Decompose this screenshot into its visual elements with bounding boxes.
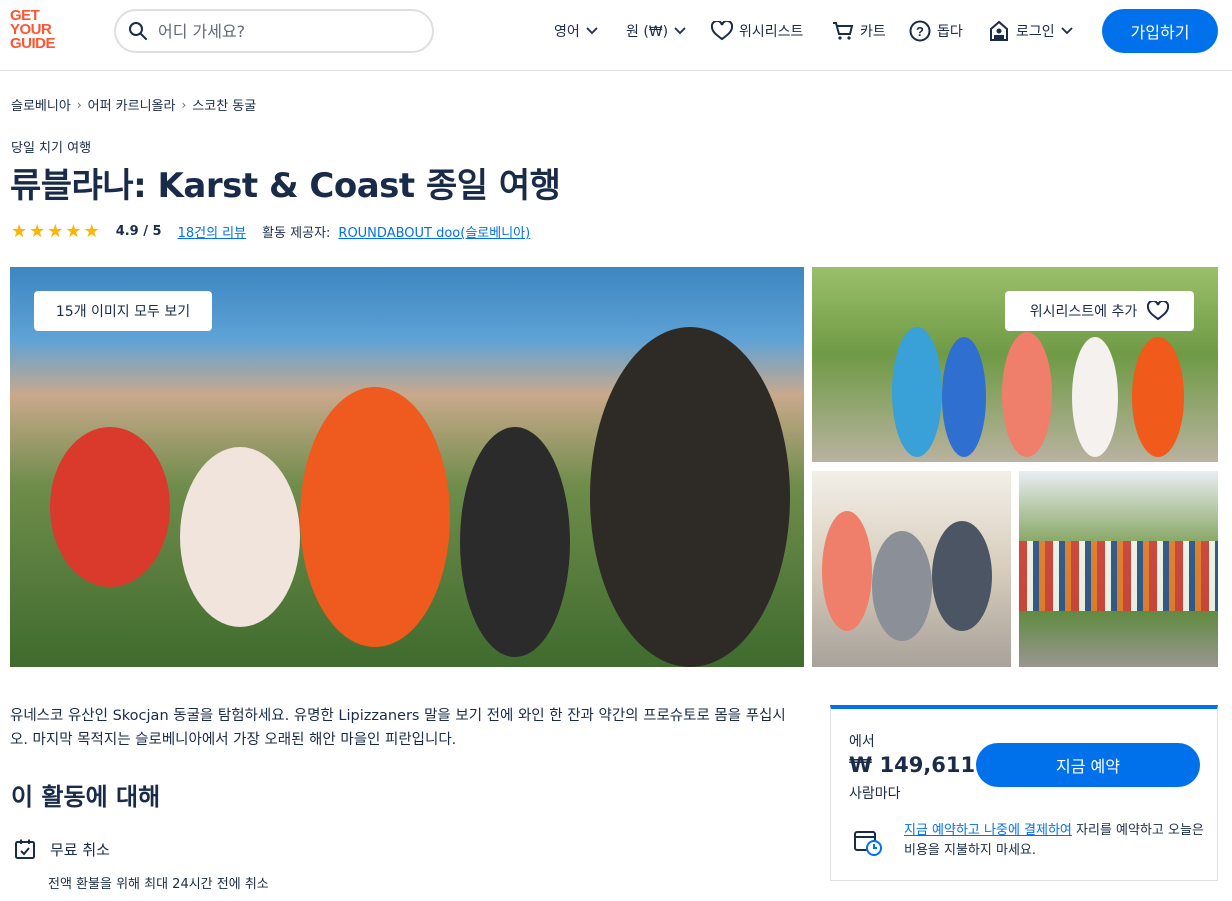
photo-figure: [892, 327, 942, 457]
breadcrumb-item-region[interactable]: 어퍼 카르니올라: [88, 95, 176, 114]
chevron-down-icon: [586, 27, 598, 35]
wishlist-link[interactable]: 위시리스트: [711, 18, 803, 44]
star-icon: ★: [83, 220, 100, 242]
book-now-button[interactable]: 지금 예약: [976, 743, 1200, 787]
currency-label: 원 (₩): [626, 24, 669, 40]
calendar-clock-icon: [854, 831, 882, 856]
activity-category: 당일 치기 여행: [11, 141, 92, 156]
photo-figure: [460, 427, 570, 657]
gallery-photo-group[interactable]: [1019, 471, 1218, 667]
heart-icon: [711, 21, 733, 41]
page-title: 류블랴나: Karst & Coast 종일 여행: [10, 166, 561, 206]
login-menu[interactable]: 로그인: [988, 18, 1073, 44]
logo-line-3: GUIDE: [10, 35, 56, 52]
language-selector[interactable]: 영어: [554, 18, 598, 44]
breadcrumb-separator-icon: ›: [76, 97, 82, 112]
user-icon: [990, 20, 1008, 41]
star-icon: ★: [29, 220, 46, 242]
photo-figure: [1019, 541, 1218, 611]
rating-score: 4.9 / 5: [115, 224, 162, 239]
photo-figure: [872, 531, 932, 641]
price-per-person: 사람마다: [849, 786, 901, 802]
reviews-link[interactable]: 18건의 리뷰: [178, 222, 247, 241]
signup-button[interactable]: 가입하기: [1102, 9, 1218, 53]
search-input[interactable]: [158, 21, 408, 41]
free-cancellation-label: 무료 취소: [50, 840, 110, 859]
photo-figure: [1002, 332, 1052, 457]
question-icon: ?: [909, 20, 931, 42]
photo-figure: [180, 447, 300, 627]
star-icon: ★: [47, 220, 64, 242]
breadcrumb-item-country[interactable]: 슬로베니아: [11, 95, 71, 114]
language-label: 영어: [554, 24, 580, 40]
help-link[interactable]: ? 돕다: [909, 18, 963, 44]
booking-card: 에서 ₩ 149,611 사람마다 지금 예약 지금 예약하고 나중에 결제하여…: [830, 705, 1218, 881]
cart-label: 카트: [860, 24, 886, 40]
price-value: ₩ 149,611: [849, 753, 976, 777]
provider-link[interactable]: ROUNDABOUT doo(슬로베니아): [338, 222, 530, 241]
view-all-images-button[interactable]: 15개 이미지 모두 보기: [34, 291, 212, 331]
reserve-now-pay-later-text: 지금 예약하고 나중에 결제하여 자리를 예약하고 오늘은 비용을 지불하지 마…: [904, 821, 1204, 861]
svg-text:?: ?: [916, 24, 924, 39]
photo-figure: [942, 337, 986, 457]
getyourguide-logo[interactable]: GET YOUR GUIDE: [10, 8, 68, 55]
photo-figure: [1132, 337, 1184, 457]
breadcrumb: 슬로베니아 › 어퍼 카르니올라 › 스코찬 동굴: [11, 95, 256, 115]
photo-figure: [932, 521, 992, 631]
cart-link[interactable]: 카트: [832, 18, 886, 44]
photo-figure: [590, 327, 790, 667]
free-cancellation-feature: 무료 취소: [14, 838, 110, 860]
free-cancellation-detail: 전액 환불을 위해 최대 24시간 전에 취소: [48, 877, 269, 892]
cart-icon: [833, 22, 854, 40]
chevron-down-icon: [674, 27, 686, 35]
calendar-check-icon: [15, 839, 35, 859]
search-bar[interactable]: [114, 9, 434, 53]
chevron-down-icon: [1061, 27, 1073, 35]
photo-figure: [50, 427, 170, 587]
photo-figure: [822, 511, 872, 631]
help-label: 돕다: [937, 24, 963, 40]
star-icon: ★: [65, 220, 82, 242]
reserve-now-pay-later-link[interactable]: 지금 예약하고 나중에 결제하여: [904, 823, 1072, 838]
photo-figure: [1072, 337, 1118, 457]
gallery-photo-lunch[interactable]: [812, 471, 1011, 667]
add-to-wishlist-label: 위시리스트에 추가: [1029, 304, 1138, 320]
breadcrumb-separator-icon: ›: [181, 97, 187, 112]
rating-stars: ★ ★ ★ ★ ★: [11, 220, 100, 242]
top-header: GET YOUR GUIDE 영어 원 (₩) 위시리스트 카트 ? 돕다 로그…: [0, 0, 1232, 71]
search-icon: [129, 22, 147, 40]
heart-icon: [1147, 301, 1170, 321]
price-from-label: 에서: [849, 734, 875, 750]
currency-selector[interactable]: 원 (₩): [626, 18, 686, 44]
breadcrumb-item-place[interactable]: 스코찬 동굴: [192, 95, 256, 114]
wishlist-label: 위시리스트: [739, 24, 804, 40]
login-label: 로그인: [1016, 24, 1055, 40]
photo-figure: [300, 387, 450, 647]
rating-row: ★ ★ ★ ★ ★ 4.9 / 5 18건의 리뷰 활동 제공자: ROUNDA…: [11, 222, 530, 241]
activity-description: 유네스코 유산인 Skocjan 동굴을 탐험하세요. 유명한 Lipizzan…: [10, 708, 786, 748]
star-icon: ★: [11, 220, 28, 242]
add-to-wishlist-button[interactable]: 위시리스트에 추가: [1005, 291, 1194, 331]
about-section-title: 이 활동에 대해: [11, 783, 161, 811]
provider-label: 활동 제공자:: [262, 226, 331, 241]
